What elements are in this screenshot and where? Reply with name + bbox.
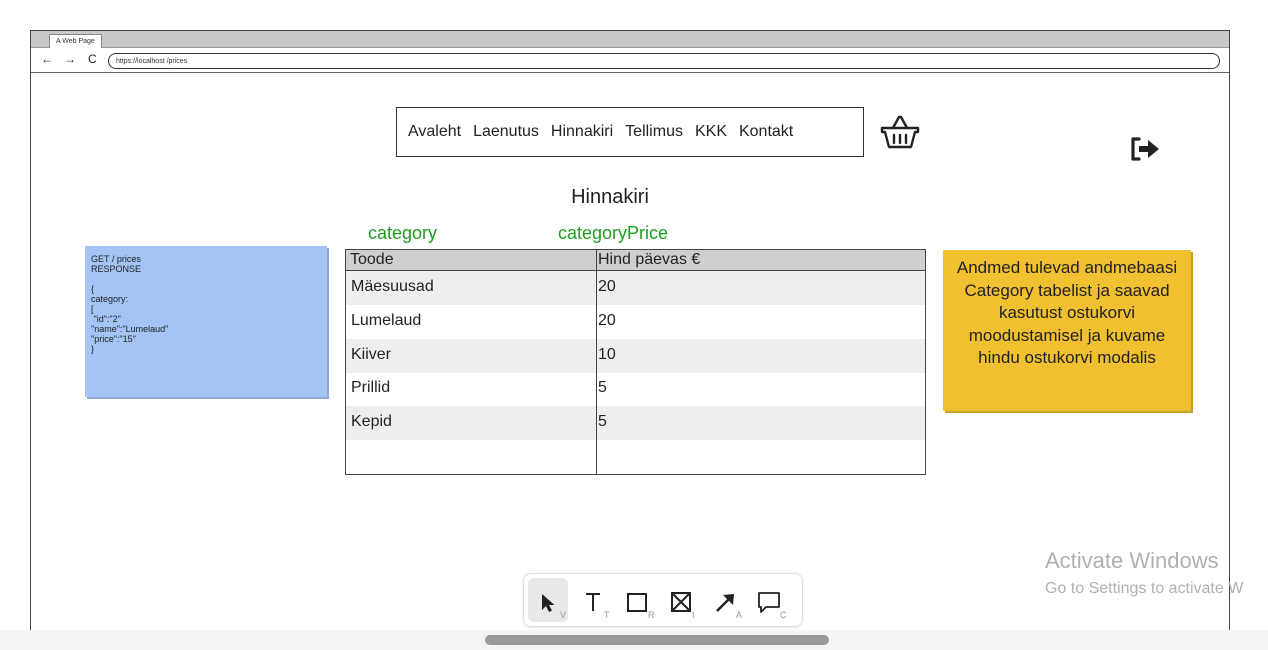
text-tool[interactable]: T — [572, 578, 612, 622]
shortcut-key: R — [648, 610, 655, 620]
shortcut-key: T — [604, 610, 610, 620]
image-tool[interactable]: I — [660, 578, 700, 622]
api-response-note: GET / prices RESPONSE { category: [ "id"… — [85, 246, 327, 397]
nav-item-avaleht[interactable]: Avaleht — [408, 123, 461, 141]
column-divider — [596, 250, 597, 474]
table-row: Prillid 5 — [346, 372, 925, 406]
table-row: Kiiver 10 — [346, 339, 925, 373]
shortcut-key: C — [780, 610, 787, 620]
table-row: Mäesuusad 20 — [346, 271, 925, 305]
cell-product: Kiiver — [351, 346, 392, 363]
cell-price: 10 — [598, 346, 616, 363]
activation-watermark-title: Activate Windows — [1045, 548, 1219, 573]
shortcut-key: A — [736, 610, 743, 620]
cell-product: Mäesuusad — [351, 278, 434, 295]
back-button[interactable]: ← — [41, 52, 53, 66]
column-header-hind: Hind päevas € — [598, 251, 701, 268]
forward-button[interactable]: → — [64, 52, 76, 66]
category-label: category — [368, 223, 438, 243]
page-title: Hinnakiri — [571, 186, 649, 208]
reload-button[interactable]: C — [88, 52, 97, 66]
cell-price: 5 — [598, 379, 607, 396]
category-price-label: categoryPrice — [558, 223, 669, 243]
cell-price: 5 — [598, 413, 607, 430]
table-row: Kepid 5 — [346, 406, 925, 440]
browser-tab[interactable]: A Web Page — [49, 34, 102, 48]
nav-item-hinnakiri[interactable]: Hinnakiri — [551, 123, 613, 141]
logout-icon[interactable] — [1129, 135, 1163, 163]
shortcut-key: I — [692, 610, 695, 620]
scrollbar-thumb[interactable] — [485, 635, 829, 645]
shortcut-key: V — [560, 610, 567, 620]
cell-price: 20 — [598, 278, 616, 295]
price-table: Toode Hind päevas € Mäesuusad 20 Lumelau… — [345, 249, 926, 475]
main-nav: Avaleht Laenutus Hinnakiri Tellimus KKK … — [396, 107, 864, 157]
drawing-toolbar: V T R I A C — [523, 573, 803, 627]
cell-product: Lumelaud — [351, 312, 422, 329]
address-bar[interactable]: https://localhost /prices — [108, 53, 1220, 69]
arrow-tool[interactable]: A — [704, 578, 744, 622]
select-tool[interactable]: V — [528, 578, 568, 622]
cell-product: Prillid — [351, 379, 391, 396]
rectangle-tool[interactable]: R — [616, 578, 656, 622]
comment-tool[interactable]: C — [748, 578, 788, 622]
info-note: Andmed tulevad andmebaasi Category tabel… — [943, 250, 1191, 411]
cell-price: 20 — [598, 312, 616, 329]
tab-bar: A Web Page — [31, 31, 1229, 48]
cell-product: Kepid — [351, 413, 392, 430]
column-header-toode: Toode — [350, 251, 394, 268]
browser-toolbar: ← → C https://localhost /prices — [31, 48, 1229, 73]
shopping-basket-icon[interactable] — [880, 114, 920, 154]
nav-item-kkk[interactable]: KKK — [695, 123, 727, 141]
table-row: Lumelaud 20 — [346, 305, 925, 339]
nav-item-kontakt[interactable]: Kontakt — [739, 123, 793, 141]
table-header: Toode Hind päevas € — [346, 250, 925, 271]
nav-item-laenutus[interactable]: Laenutus — [473, 123, 539, 141]
nav-item-tellimus[interactable]: Tellimus — [625, 123, 683, 141]
activation-watermark-subtitle: Go to Settings to activate W — [1045, 580, 1244, 597]
